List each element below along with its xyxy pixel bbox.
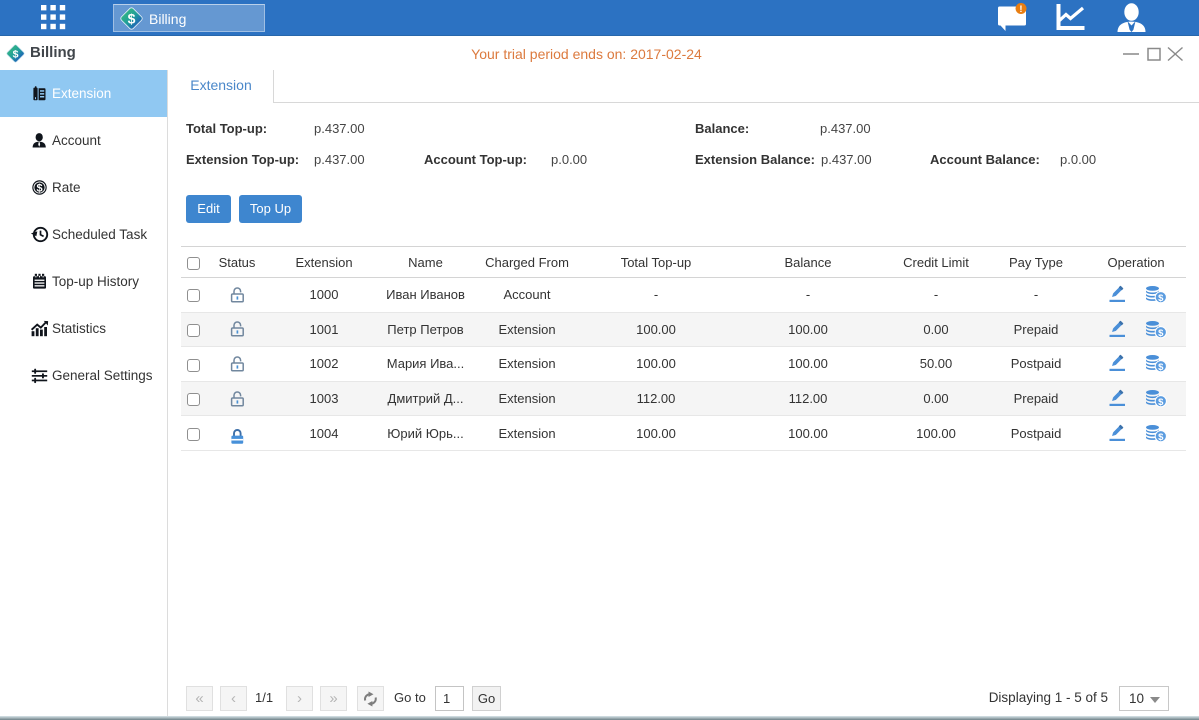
svg-text:$: $ xyxy=(1158,362,1164,373)
svg-text:$: $ xyxy=(128,10,136,26)
svg-text:$: $ xyxy=(1158,397,1164,408)
svg-text:!: ! xyxy=(1019,4,1022,15)
svg-text:$: $ xyxy=(1158,431,1164,442)
svg-text:$: $ xyxy=(1158,328,1164,339)
svg-text:$: $ xyxy=(1158,293,1164,304)
svg-text:$: $ xyxy=(36,182,42,194)
